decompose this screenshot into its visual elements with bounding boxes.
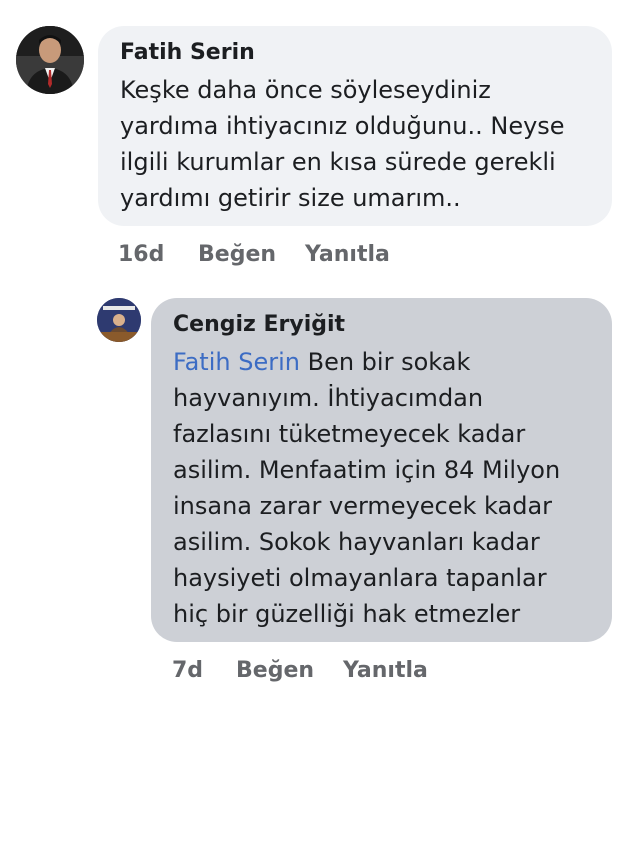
- comment-bubble: Fatih Serin Keşke daha önce söyleseydini…: [98, 26, 612, 226]
- like-button[interactable]: Beğen: [198, 242, 276, 267]
- comment-text-line: yardıma ihtiyacınız olduğunu.. Neyse: [120, 112, 565, 140]
- comment-text-line: Fatih Serin Ben bir sokak: [173, 344, 590, 380]
- avatar[interactable]: [16, 26, 84, 94]
- comment-text: Keşke daha önce söyleseydiniz yardıma ih…: [120, 72, 590, 216]
- comment-text: Fatih Serin Ben bir sokak hayvanıyım. İh…: [173, 344, 590, 632]
- comment-bubble: Cengiz Eryiğit Fatih Serin Ben bir sokak…: [151, 298, 612, 642]
- comment-actions: 7d Beğen Yanıtla: [172, 658, 572, 684]
- comment-text-line: yardımı getirir size umarım..: [120, 184, 461, 212]
- comment-text-line: hiç bir güzelliği hak etmezler: [173, 600, 521, 628]
- reply-button[interactable]: Yanıtla: [305, 242, 390, 267]
- avatar[interactable]: [97, 298, 141, 342]
- reply-button[interactable]: Yanıtla: [343, 658, 428, 683]
- comment-actions: 16d Beğen Yanıtla: [118, 242, 518, 268]
- comment-author[interactable]: Cengiz Eryiğit: [173, 312, 590, 338]
- comment-text-line: Keşke daha önce söyleseydiniz: [120, 76, 491, 104]
- comment-text-line: asilim. Menfaatim için 84 Milyon: [173, 456, 561, 484]
- comment-timestamp[interactable]: 16d: [118, 242, 164, 267]
- comment-text-fragment: Ben bir sokak: [299, 348, 471, 376]
- comment-text-line: haysiyeti olmayanlara tapanlar: [173, 564, 547, 592]
- profile-photo-icon: [97, 298, 141, 342]
- like-button[interactable]: Beğen: [236, 658, 314, 683]
- comment-text-line: fazlasını tüketmeyecek kadar: [173, 420, 526, 448]
- mention-link[interactable]: Fatih Serin: [173, 348, 300, 376]
- comment-text-line: ilgili kurumlar en kısa sürede gerekli: [120, 148, 556, 176]
- comment-text-line: hayvanıyım. İhtiyacımdan: [173, 384, 484, 412]
- comment-text-line: insana zarar vermeyecek kadar: [173, 492, 553, 520]
- comment-text-line: asilim. Sokok hayvanları kadar: [173, 528, 540, 556]
- comment-cengiz-eryigit: Cengiz Eryiğit Fatih Serin Ben bir sokak…: [0, 280, 634, 700]
- comment-fatih-serin: Fatih Serin Keşke daha önce söyleseydini…: [0, 0, 634, 280]
- comment-timestamp[interactable]: 7d: [172, 658, 203, 683]
- comment-author[interactable]: Fatih Serin: [120, 40, 590, 66]
- profile-photo-icon: [16, 26, 84, 94]
